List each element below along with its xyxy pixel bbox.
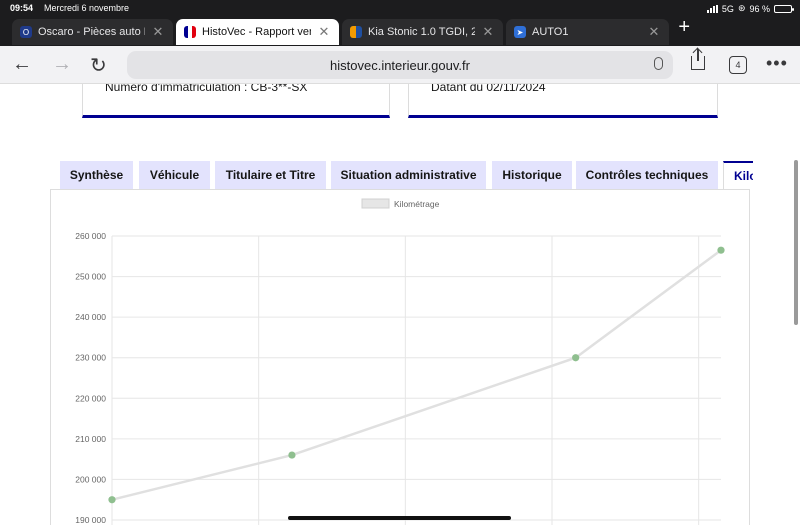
legend-swatch (361, 198, 390, 209)
french-flag-favicon-icon (184, 26, 196, 38)
browser-tab-auto1[interactable]: ➤ AUTO1 ✕ (506, 19, 669, 45)
close-tab-icon[interactable]: ✕ (317, 24, 331, 40)
y-tick-label: 230 000 (75, 353, 106, 363)
oscaro-favicon-icon: O (20, 26, 32, 38)
close-tab-icon[interactable]: ✕ (151, 24, 165, 40)
tab-titulaire[interactable]: Titulaire et Titre (215, 161, 326, 189)
orientation-lock-icon: ⊛ (737, 3, 746, 13)
share-icon[interactable] (691, 49, 705, 70)
more-options-icon[interactable]: ••• (766, 53, 788, 74)
data-point (108, 496, 116, 504)
data-point (717, 246, 725, 254)
plate-card: Numéro d'immatriculation : CB-3**-SX (82, 84, 390, 118)
tab-situation-administrative[interactable]: Situation administrative (331, 161, 486, 189)
battery-label: 96 % (749, 3, 770, 14)
reload-icon[interactable]: ↻ (90, 53, 107, 78)
tab-synthese[interactable]: Synthèse (60, 161, 133, 189)
data-point (288, 451, 296, 459)
report-date-text: Datant du 02/11/2024 (431, 84, 546, 94)
kia-favicon-icon (350, 26, 362, 38)
status-bar: 09:54 Mercredi 6 novembre 5G ⊛ 96 % (0, 0, 800, 16)
tab-label: HistoVec - Rapport vendeur (202, 26, 311, 38)
page-content: Numéro d'immatriculation : CB-3**-SX Dat… (0, 84, 800, 525)
signal-icon (706, 4, 718, 13)
forward-arrow-icon[interactable]: → (52, 53, 72, 76)
plate-number-text: Numéro d'immatriculation : CB-3**-SX (105, 84, 308, 94)
y-tick-label: 240 000 (75, 312, 106, 322)
report-date-card: Datant du 02/11/2024 (408, 84, 718, 118)
close-tab-icon[interactable]: ✕ (647, 24, 661, 40)
mileage-chart-panel: 190 000 200 000 210 000 220 000 230 000 240 0… (50, 189, 750, 525)
new-tab-icon[interactable]: + (678, 17, 690, 37)
y-tick-label: 200 000 (75, 474, 106, 484)
data-point (572, 354, 580, 362)
series-line (111, 249, 722, 501)
tab-label: Oscaro - Pièces auto PEU (38, 26, 145, 38)
y-tick-label: 220 000 (75, 393, 106, 403)
network-label: 5G (721, 3, 734, 14)
status-date: Mercredi 6 novembre (44, 3, 130, 13)
battery-icon (774, 4, 794, 13)
home-indicator (288, 516, 511, 520)
browser-tab-oscaro[interactable]: O Oscaro - Pièces auto PEU ✕ (12, 19, 173, 45)
tab-historique[interactable]: Historique (492, 161, 572, 189)
address-bar[interactable]: histovec.interieur.gouv.fr (127, 51, 673, 79)
back-arrow-icon[interactable]: ← (12, 53, 32, 76)
status-time: 09:54 (10, 3, 34, 13)
tab-label: AUTO1 (532, 26, 569, 38)
browser-toolbar: ← → ↻ histovec.interieur.gouv.fr 4 ••• (0, 46, 800, 84)
tab-label: Kia Stonic 1.0 TGDI, 2019 (368, 26, 475, 38)
y-tick-label: 210 000 (75, 434, 106, 444)
y-tick-label: 260 000 (75, 231, 106, 241)
close-tab-icon[interactable]: ✕ (481, 24, 495, 40)
auto1-favicon-icon: ➤ (514, 26, 526, 38)
legend-label: Kilométrage (394, 199, 440, 209)
microphone-icon[interactable] (654, 57, 663, 70)
tab-vehicule[interactable]: Véhicule (139, 161, 210, 189)
browser-tab-histovec[interactable]: HistoVec - Rapport vendeur ✕ (176, 19, 339, 45)
y-tick-label: 190 000 (75, 515, 106, 525)
browser-tab-kia[interactable]: Kia Stonic 1.0 TGDI, 2019 ✕ (342, 19, 503, 45)
y-tick-label: 250 000 (75, 272, 106, 282)
report-section-tabs: Synthèse Véhicule Titulaire et Titre Sit… (60, 161, 753, 189)
mileage-chart: 190 000 200 000 210 000 220 000 230 000 240 0… (75, 198, 725, 525)
url-text: histovec.interieur.gouv.fr (330, 57, 470, 73)
tab-overview-button[interactable]: 4 (729, 56, 747, 74)
page-scrollbar[interactable] (794, 160, 798, 325)
tab-controles-techniques[interactable]: Contrôles techniques (576, 161, 718, 189)
tab-kilometrage[interactable]: Kilométrage (723, 161, 753, 189)
status-indicators: 5G ⊛ 96 % (706, 3, 794, 14)
